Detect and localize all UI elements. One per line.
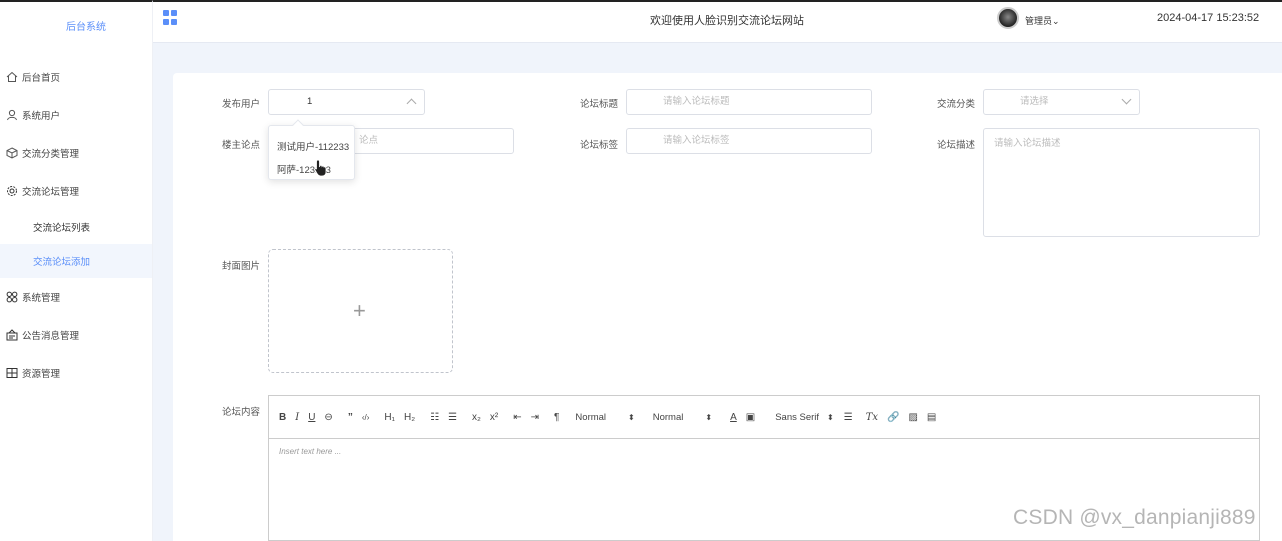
publisher-dropdown: 测试用户-112233 阿萨-123123 — [268, 119, 355, 180]
sidebar-item-category-manage[interactable]: 交流分类管理 — [0, 134, 152, 172]
forum-desc-label: 论坛描述 — [937, 140, 976, 151]
size-picker-label: Normal — [575, 411, 607, 423]
watermark: CSDN @vx_danpianji889 — [1013, 506, 1256, 529]
site-title: 欢迎使用人脸识别交流论坛网站 — [650, 15, 804, 27]
editor-toolbar: B I U ⊖ ” ‹/› H₁ H₂ ☷ ☰ x₂ x² ⇤ ⇥ ¶ Norm… — [269, 396, 1259, 439]
apps-icon — [5, 291, 18, 304]
sidebar-item-label: 系统用户 — [22, 111, 61, 122]
sidebar-subitem-label: 交流论坛列表 — [33, 223, 91, 234]
blockquote-icon[interactable]: ” — [348, 412, 353, 423]
sidebar-subitem-label: 交流论坛添加 — [33, 257, 91, 268]
header-2-icon[interactable]: H₂ — [404, 412, 415, 423]
sidebar-item-label: 交流分类管理 — [22, 149, 80, 160]
chevron-down-icon — [1121, 94, 1132, 105]
code-icon[interactable]: ‹/› — [362, 413, 370, 422]
sidebar-item-label: 公告消息管理 — [22, 331, 80, 342]
header-picker-label: Normal — [652, 411, 684, 423]
forum-title-placeholder: 请输入论坛标题 — [663, 96, 730, 107]
header-picker[interactable]: Normal ⬍ — [653, 412, 712, 423]
cover-label: 封面图片 — [222, 261, 261, 272]
sidebar-item-resource-manage[interactable]: 资源管理 — [0, 354, 152, 392]
user-name: 管理员 — [1025, 16, 1053, 26]
superscript-icon[interactable]: x² — [490, 412, 498, 423]
publisher-label: 发布用户 — [222, 99, 261, 110]
sidebar-item-label: 系统管理 — [22, 293, 61, 304]
strike-icon[interactable]: ⊖ — [324, 412, 332, 423]
gear-icon — [5, 185, 18, 198]
sidebar-item-label: 资源管理 — [22, 369, 61, 380]
text-direction-icon[interactable]: ¶ — [554, 412, 559, 423]
chevron-down-icon: ⌄ — [1052, 16, 1060, 26]
updown-icon: ⬍ — [827, 412, 834, 422]
sidebar-subitem-forum-add[interactable]: 交流论坛添加 — [0, 244, 152, 278]
category-placeholder: 请选择 — [1020, 96, 1049, 107]
top-header: 欢迎使用人脸识别交流论坛网站 管理员⌄ 2024-04-17 15:23:52 — [153, 0, 1282, 43]
publisher-select[interactable]: 1 — [268, 89, 425, 115]
forum-desc-textarea[interactable]: 请输入论坛描述 — [983, 128, 1260, 237]
chevron-up-icon — [406, 98, 417, 109]
subscript-icon[interactable]: x₂ — [472, 412, 481, 423]
user-icon — [5, 109, 18, 122]
forum-tag-placeholder: 请输入论坛标签 — [663, 135, 730, 146]
sidebar-subitem-forum-list[interactable]: 交流论坛列表 — [0, 210, 152, 244]
thread-point-placeholder: 论点 — [359, 135, 379, 146]
image-icon[interactable]: ▨ — [908, 412, 917, 423]
content-label: 论坛内容 — [222, 407, 261, 418]
cover-upload[interactable]: + — [268, 249, 453, 373]
link-icon[interactable]: 🔗 — [887, 412, 899, 423]
video-icon[interactable]: ▤ — [927, 412, 936, 423]
grid-icon — [5, 367, 18, 380]
background-color-icon[interactable]: ▣ — [746, 412, 755, 423]
editor-placeholder[interactable]: Insert text here ... — [269, 439, 1259, 464]
align-icon[interactable]: ☰ — [844, 412, 853, 423]
outdent-icon[interactable]: ⇤ — [513, 412, 521, 423]
forum-tag-label: 论坛标签 — [580, 140, 619, 151]
category-label: 交流分类 — [937, 99, 976, 110]
category-select[interactable]: 请选择 — [983, 89, 1140, 115]
avatar[interactable] — [997, 7, 1019, 29]
text-color-icon[interactable]: A — [730, 412, 737, 423]
header-1-icon[interactable]: H₁ — [384, 412, 395, 423]
dropdown-option[interactable]: 测试用户-112233 — [277, 139, 349, 153]
sidebar-item-notice-manage[interactable]: 公告消息管理 — [0, 316, 152, 354]
datetime: 2024-04-17 15:23:52 — [1157, 12, 1260, 24]
sidebar-item-forum-manage[interactable]: 交流论坛管理 — [0, 172, 152, 210]
menu-toggle-icon[interactable] — [163, 10, 178, 25]
underline-icon[interactable]: U — [308, 412, 315, 423]
size-picker[interactable]: Normal ⬍ — [575, 412, 634, 423]
sidebar-item-system-manage[interactable]: 系统管理 — [0, 278, 152, 316]
ordered-list-icon[interactable]: ☷ — [430, 412, 439, 423]
bullet-list-icon[interactable]: ☰ — [448, 412, 457, 423]
font-picker[interactable]: Sans Serif ⬍ — [775, 412, 834, 423]
cube-icon — [5, 147, 18, 160]
clear-format-icon[interactable]: Tx — [866, 412, 878, 423]
user-menu[interactable]: 管理员⌄ — [1025, 14, 1060, 27]
forum-tag-input[interactable]: 请输入论坛标签 — [626, 128, 872, 154]
font-picker-label: Sans Serif — [775, 411, 820, 423]
sidebar: 后台系统 后台首页 系统用户 交流分类管理 交流论坛管理 交流论坛列表 交流论坛… — [0, 0, 153, 541]
plus-icon: + — [353, 298, 366, 323]
forum-title-input[interactable]: 请输入论坛标题 — [626, 89, 872, 115]
updown-icon: ⬍ — [705, 412, 713, 422]
forum-title-label: 论坛标题 — [580, 99, 619, 110]
brand-title: 后台系统 — [66, 22, 106, 33]
sidebar-item-label: 后台首页 — [22, 73, 61, 84]
hand-cursor-icon — [314, 159, 327, 177]
italic-icon[interactable]: I — [295, 412, 299, 423]
home-icon — [5, 71, 18, 84]
forum-desc-placeholder: 请输入论坛描述 — [994, 138, 1061, 149]
updown-icon: ⬍ — [628, 412, 635, 422]
sidebar-item-home[interactable]: 后台首页 — [0, 58, 152, 96]
publisher-value: 1 — [307, 96, 313, 107]
sidebar-item-system-users[interactable]: 系统用户 — [0, 96, 152, 134]
sidebar-item-label: 交流论坛管理 — [22, 187, 80, 198]
indent-icon[interactable]: ⇥ — [531, 412, 539, 423]
thread-point-label: 楼主论点 — [222, 140, 261, 151]
notice-icon — [5, 329, 18, 342]
bold-icon[interactable]: B — [279, 412, 286, 423]
